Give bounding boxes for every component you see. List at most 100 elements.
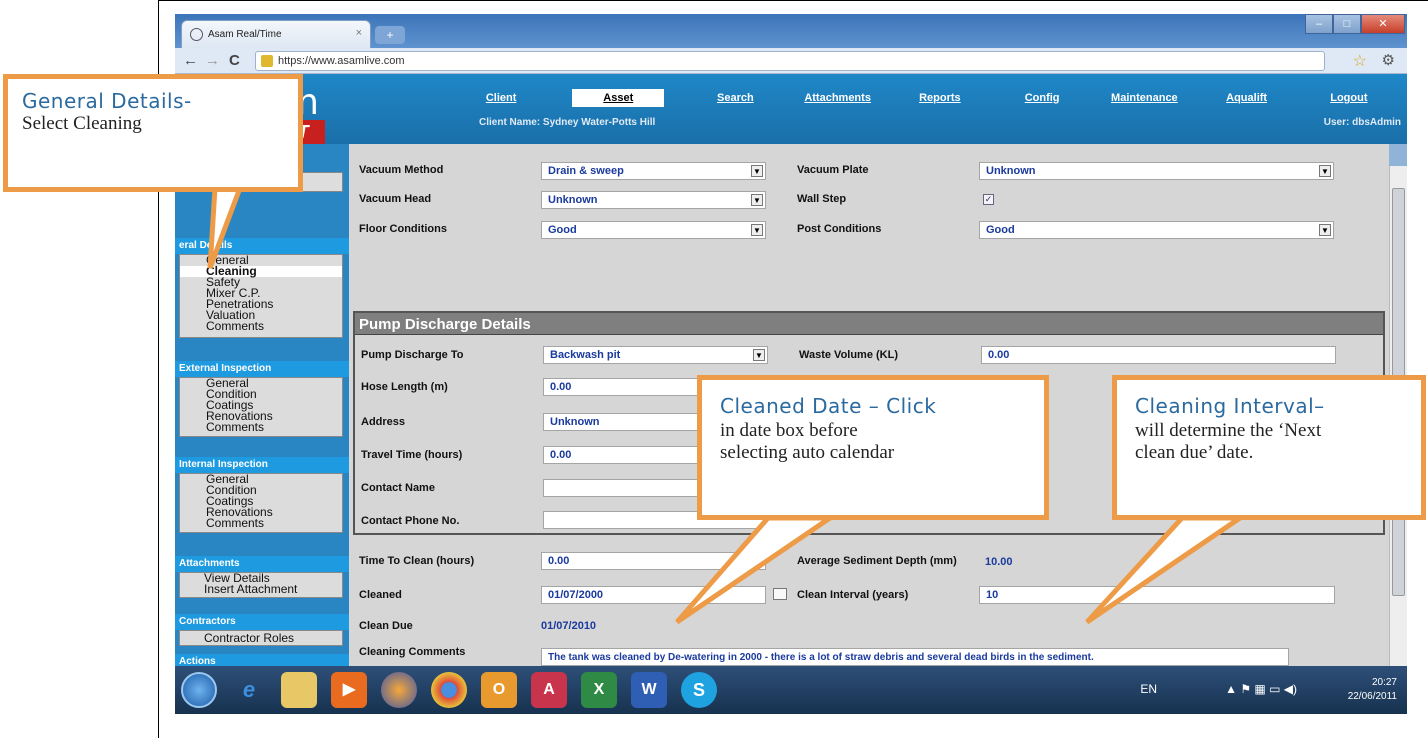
chevron-down-icon: ▼: [1319, 165, 1331, 177]
section-internal-inspection: Internal Inspection: [175, 457, 349, 473]
sidebar-item-contractor-roles[interactable]: Contractor Roles: [180, 631, 342, 645]
ie-icon[interactable]: e: [231, 672, 267, 708]
vacuum-method-select[interactable]: Drain & sweep ▼: [541, 162, 766, 180]
callout-cleaned-date: Cleaned Date – Click in date box before …: [697, 375, 1049, 520]
clock-date: 22/06/2011: [1347, 691, 1397, 702]
skype-icon[interactable]: S: [681, 672, 717, 708]
address-label: Address: [361, 416, 406, 428]
vacuum-head-value: Unknown: [548, 194, 598, 206]
floor-conditions-select[interactable]: Good ▼: [541, 221, 766, 239]
nav-search[interactable]: Search: [684, 89, 786, 107]
callout-general-line1: General Details-: [22, 89, 192, 113]
new-tab-button[interactable]: +: [375, 26, 405, 44]
sidebar-item-safety[interactable]: Safety: [180, 276, 342, 288]
chrome-icon[interactable]: [431, 672, 467, 708]
section-attachments: Attachments: [175, 556, 349, 572]
wall-step-label: Wall Step: [797, 193, 847, 205]
forward-icon[interactable]: →: [205, 52, 220, 69]
post-conditions-label: Post Conditions: [797, 223, 882, 235]
maximize-button[interactable]: □: [1333, 14, 1361, 34]
hose-length-label: Hose Length (m): [361, 381, 448, 393]
nav-reports[interactable]: Reports: [889, 89, 991, 107]
bookmark-star-icon[interactable]: ☆: [1353, 51, 1367, 71]
access-icon[interactable]: A: [531, 672, 567, 708]
time-to-clean-input[interactable]: 0.00: [541, 552, 766, 570]
word-icon[interactable]: W: [631, 672, 667, 708]
window-controls: – □ ✕: [1305, 14, 1405, 34]
nav-attachments[interactable]: Attachments: [787, 89, 889, 107]
explorer-icon[interactable]: [281, 672, 317, 708]
sidebar-item-ext-general[interactable]: General: [180, 377, 342, 389]
waste-volume-input[interactable]: 0.00: [981, 346, 1336, 364]
contractors-menu: Contractor Roles: [179, 630, 343, 646]
section-general-details: eral Details: [175, 238, 349, 254]
language-indicator[interactable]: EN: [1140, 682, 1157, 696]
tab-title: Asam Real/Time: [208, 29, 282, 40]
app-header: asam RT Client Asset Search Attachments …: [175, 74, 1407, 144]
minimize-button[interactable]: –: [1305, 14, 1333, 34]
post-conditions-value: Good: [986, 224, 1015, 236]
external-inspection-menu: General Condition Coatings Renovations C…: [179, 377, 343, 437]
nav-client[interactable]: Client: [450, 89, 552, 107]
calendar-icon[interactable]: [773, 588, 787, 600]
sidebar-item-int-comments[interactable]: Comments: [180, 517, 342, 529]
excel-icon[interactable]: X: [581, 672, 617, 708]
address-toolbar: ← → C https://www.asamlive.com ☆ ⚙: [175, 48, 1407, 74]
sidebar-item-insert-attachment[interactable]: Insert Attachment: [180, 583, 342, 595]
callout-interval-line3: clean due’ date.: [1135, 442, 1254, 463]
callout-interval-line2: will determine the ‘Next: [1135, 420, 1322, 441]
cleaned-date-input[interactable]: 01/07/2000: [541, 586, 766, 604]
callout-cleaning-interval: Cleaning Interval– will determine the ‘N…: [1112, 375, 1426, 520]
post-conditions-select[interactable]: Good ▼: [979, 221, 1334, 239]
lock-icon: [261, 55, 273, 67]
start-button[interactable]: [181, 672, 217, 708]
wall-step-checkbox[interactable]: ✓: [983, 194, 994, 205]
firefox-icon[interactable]: [381, 672, 417, 708]
tab-favicon-icon: [190, 28, 203, 41]
cleaning-comments-label: Cleaning Comments: [359, 646, 466, 658]
sidebar-item-int-general[interactable]: General: [180, 473, 342, 485]
outlook-icon[interactable]: O: [481, 672, 517, 708]
nav-logout[interactable]: Logout: [1298, 89, 1400, 107]
contact-phone-label: Contact Phone No.: [361, 515, 460, 527]
callout-general-details: General Details- Select Cleaning: [3, 74, 303, 192]
sidebar-item-ext-comments[interactable]: Comments: [180, 421, 342, 433]
nav-aqualift[interactable]: Aqualift: [1196, 89, 1298, 107]
callout-general-line2: Select Cleaning: [22, 113, 142, 134]
clean-interval-input[interactable]: 10: [979, 586, 1335, 604]
browser-tab[interactable]: Asam Real/Time ×: [181, 20, 371, 48]
sidebar-item-comments[interactable]: Comments: [180, 320, 342, 332]
sidebar-item-penetrations[interactable]: Penetrations: [180, 298, 342, 310]
clock[interactable]: 20:27 22/06/2011: [1348, 676, 1397, 704]
chevron-down-icon: ▼: [1319, 224, 1331, 236]
sidebar-item-ext-condition[interactable]: Condition: [180, 388, 342, 400]
sidebar: 0001 eral Details General Cleaning Safet…: [175, 144, 349, 670]
url-input[interactable]: https://www.asamlive.com: [255, 51, 1325, 71]
back-icon[interactable]: ←: [183, 52, 198, 69]
cleaning-comments-input[interactable]: The tank was cleaned by De-watering in 2…: [541, 648, 1289, 666]
title-bar: Asam Real/Time × + – □ ✕: [175, 14, 1407, 48]
media-player-icon[interactable]: ▶: [331, 672, 367, 708]
nav-maintenance[interactable]: Maintenance: [1093, 89, 1195, 107]
callout-cleaned-line2: in date box before: [720, 420, 858, 441]
chevron-down-icon: ▼: [751, 165, 763, 177]
wrench-icon[interactable]: ⚙: [1382, 51, 1395, 69]
vacuum-plate-label: Vacuum Plate: [797, 164, 869, 176]
floor-conditions-value: Good: [548, 224, 577, 236]
pump-discharge-to-select[interactable]: Backwash pit ▼: [543, 346, 768, 364]
tray-icons[interactable]: ▲ ⚑ ▦ ▭ ◀): [1225, 682, 1297, 696]
sidebar-item-general[interactable]: General: [180, 254, 342, 266]
reload-icon[interactable]: C: [229, 52, 240, 69]
close-window-button[interactable]: ✕: [1361, 14, 1405, 34]
general-details-menu: General Cleaning Safety Mixer C.P. Penet…: [179, 254, 343, 338]
vacuum-plate-select[interactable]: Unknown ▼: [979, 162, 1334, 180]
sidebar-item-cleaning[interactable]: Cleaning: [180, 265, 342, 277]
tab-close-icon[interactable]: ×: [356, 27, 362, 39]
chevron-down-icon: ▼: [753, 349, 765, 361]
avg-sediment-label: Average Sediment Depth (mm): [797, 555, 957, 567]
nav-asset[interactable]: Asset: [572, 89, 665, 107]
sidebar-item-int-condition[interactable]: Condition: [180, 484, 342, 496]
vacuum-head-select[interactable]: Unknown ▼: [541, 191, 766, 209]
cleaned-label: Cleaned: [359, 589, 402, 601]
nav-config[interactable]: Config: [991, 89, 1093, 107]
